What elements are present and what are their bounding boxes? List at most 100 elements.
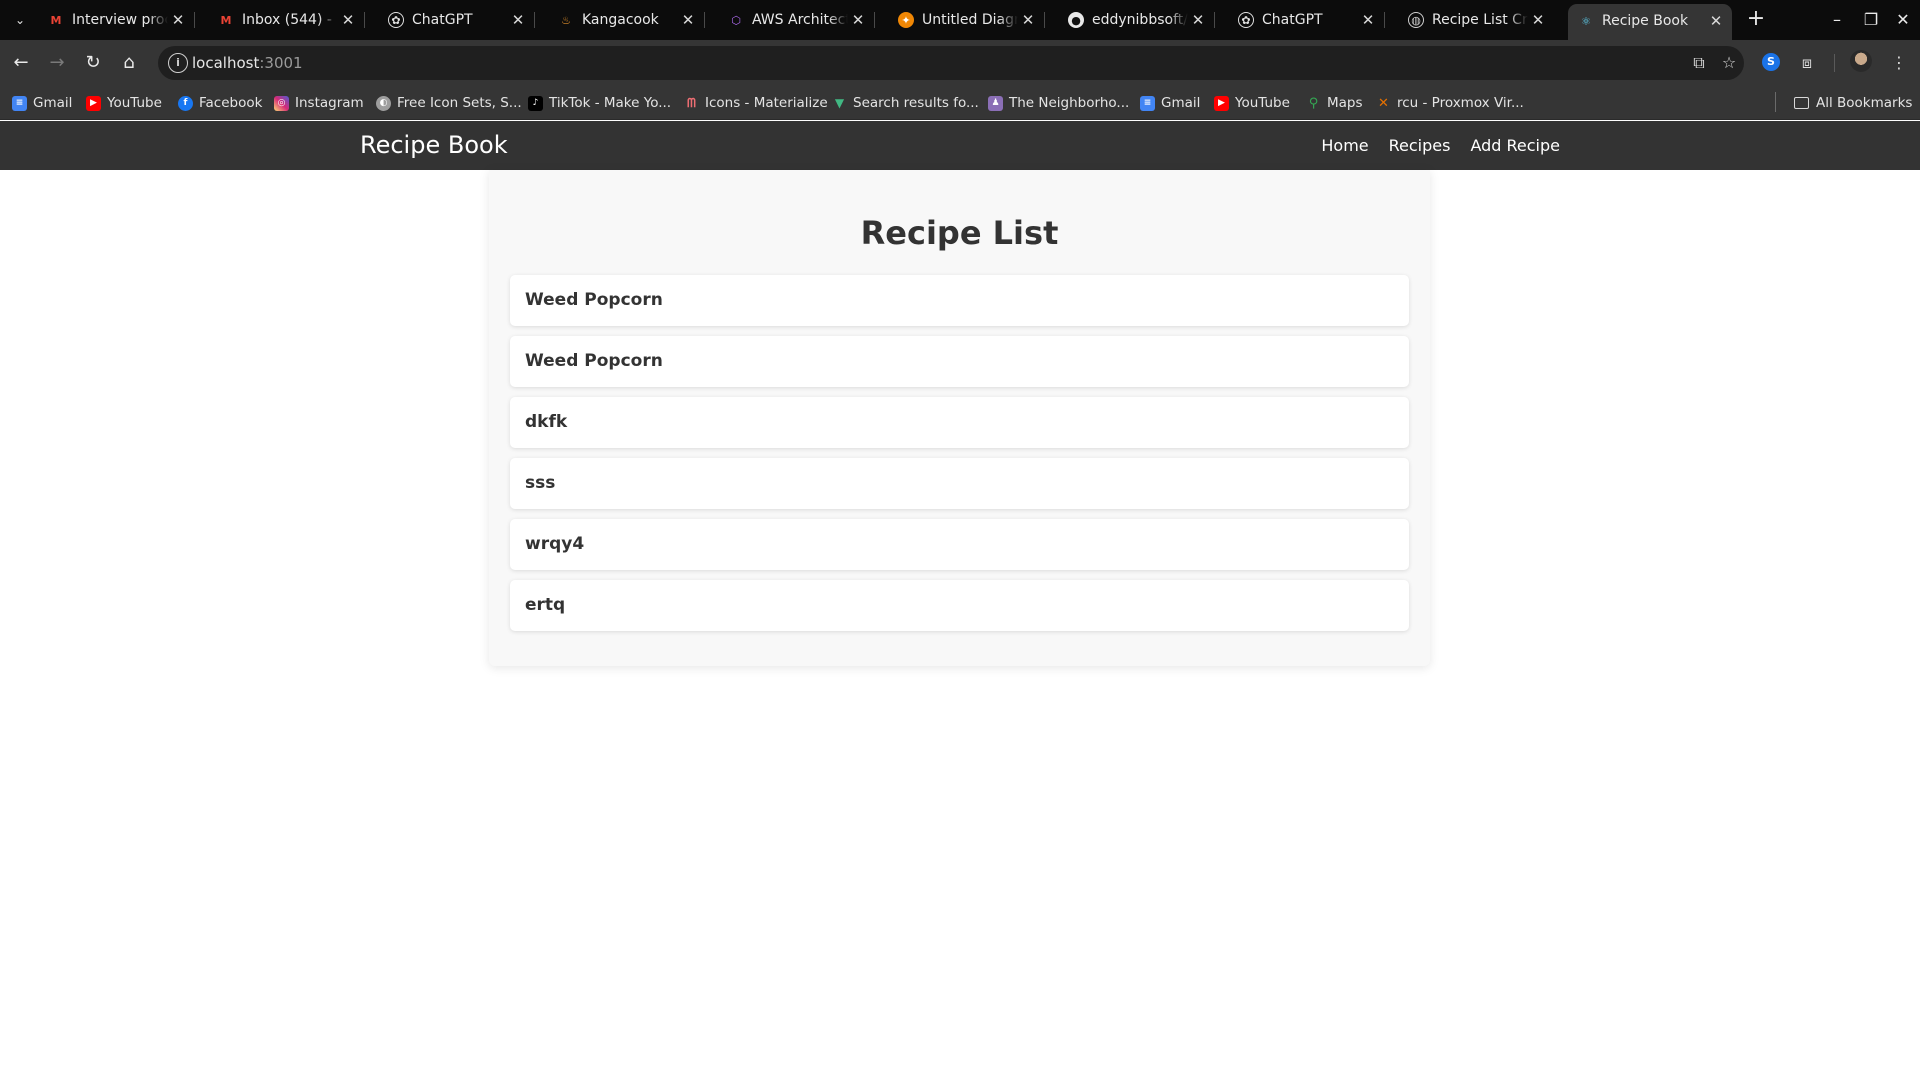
youtube-icon: ▶ — [1214, 95, 1229, 111]
bookmark-item[interactable]: ⚲ Maps — [1306, 93, 1363, 113]
google-docs-icon: ≡ — [1140, 95, 1155, 111]
browser-tab[interactable]: ♨ Kangacook ✕ — [548, 6, 705, 34]
react-icon: ⚛ — [1581, 14, 1591, 28]
tab-divider — [1214, 12, 1215, 28]
gmail-icon: M — [220, 13, 232, 27]
browser-toolbar: ← → ↻ ⌂ i localhost:3001 ⧉ ☆ S ⧈ ⋮ — [0, 40, 1920, 86]
tiktok-icon: ♪ — [528, 95, 543, 111]
aws-icon: ⬡ — [731, 13, 741, 27]
home-icon[interactable]: ⌂ — [116, 50, 142, 76]
bookmark-item[interactable]: ▶ YouTube — [1214, 93, 1290, 113]
brand-logo-text[interactable]: Recipe Book — [360, 121, 508, 170]
browser-tab-active[interactable]: ⚛ Recipe Book ✕ — [1568, 4, 1732, 40]
tab-divider — [1384, 12, 1385, 28]
recipe-list: Weed Popcorn Weed Popcorn dkfk sss wrqy4… — [510, 275, 1409, 641]
bookmarks-divider — [1775, 92, 1776, 112]
close-tab-icon[interactable]: ✕ — [1528, 11, 1548, 29]
extensions-puzzle-icon[interactable]: ⧈ — [1796, 52, 1818, 74]
close-tab-icon[interactable]: ✕ — [1358, 11, 1378, 29]
install-app-icon[interactable]: ⧉ — [1688, 52, 1710, 74]
recipe-list-item[interactable]: ertq — [510, 580, 1409, 631]
bookmark-item[interactable]: ᗰ Icons - Materialize — [684, 93, 828, 113]
bookmark-item[interactable]: ◐ Free Icon Sets, S... — [376, 93, 522, 113]
bookmark-item[interactable]: ≡ Gmail — [12, 93, 72, 113]
bookmark-item[interactable]: ▼ Search results fo... — [832, 93, 979, 113]
bookmark-item[interactable]: ♪ TikTok - Make Yo... — [528, 93, 671, 113]
back-arrow-icon[interactable]: ← — [8, 50, 34, 76]
browser-tab[interactable]: ● eddynibbsoft/re ✕ — [1058, 6, 1215, 34]
address-bar[interactable]: i localhost:3001 ⧉ ☆ — [158, 46, 1744, 80]
bookmark-item[interactable]: ♟ The Neighborho... — [988, 93, 1129, 113]
close-tab-icon[interactable]: ✕ — [1018, 11, 1038, 29]
restore-window-icon[interactable]: ❐ — [1856, 8, 1886, 32]
bookmark-item[interactable]: ✕ rcu - Proxmox Vir... — [1376, 93, 1524, 113]
minimize-window-icon[interactable]: – — [1822, 8, 1852, 32]
close-tab-icon[interactable]: ✕ — [508, 11, 528, 29]
browser-tab[interactable]: M Inbox (544) - mu ✕ — [208, 6, 365, 34]
nav-link-add-recipe[interactable]: Add Recipe — [1470, 136, 1560, 155]
close-tab-icon[interactable]: ✕ — [338, 11, 358, 29]
close-window-icon[interactable]: ✕ — [1888, 8, 1918, 32]
url-host: localhost — [192, 54, 260, 72]
browser-tab[interactable]: ⬡ AWS Architectur ✕ — [718, 6, 875, 34]
bookmark-label: Gmail — [1161, 95, 1201, 111]
tab-title: AWS Architectur — [752, 12, 848, 28]
github-icon: ● — [1068, 12, 1084, 28]
browser-tab[interactable]: ✿ ChatGPT ✕ — [378, 6, 535, 34]
facebook-icon: f — [178, 95, 193, 111]
recipe-list-container: Recipe List Weed Popcorn Weed Popcorn dk… — [489, 170, 1430, 666]
forward-arrow-icon[interactable]: → — [44, 50, 70, 76]
bookmark-star-icon[interactable]: ☆ — [1718, 52, 1740, 74]
recipe-list-item[interactable]: Weed Popcorn — [510, 336, 1409, 387]
chatgpt-icon: ✿ — [388, 12, 404, 28]
tab-title: ChatGPT — [1262, 12, 1323, 28]
bookmark-item[interactable]: ◎ Instagram — [274, 93, 364, 113]
all-bookmarks-button[interactable]: All Bookmarks — [1794, 93, 1912, 113]
recipe-list-item[interactable]: dkfk — [510, 397, 1409, 448]
recipe-list-item[interactable]: Weed Popcorn — [510, 275, 1409, 326]
nav-link-recipes[interactable]: Recipes — [1389, 136, 1451, 155]
app-navbar: Recipe Book Home Recipes Add Recipe — [0, 121, 1920, 170]
close-tab-icon[interactable]: ✕ — [678, 11, 698, 29]
site-info-icon[interactable]: i — [168, 53, 188, 73]
new-tab-button[interactable]: + — [1744, 8, 1768, 32]
browser-tab[interactable]: M Interview proce ✕ — [38, 6, 195, 34]
materialize-icon: ᗰ — [687, 95, 696, 110]
url-port: :3001 — [259, 54, 303, 72]
close-tab-icon[interactable]: ✕ — [1188, 11, 1208, 29]
bookmark-label: rcu - Proxmox Vir... — [1397, 95, 1524, 111]
nav-links: Home Recipes Add Recipe — [1321, 121, 1560, 170]
bookmark-item[interactable]: ≡ Gmail — [1140, 93, 1200, 113]
close-tab-icon[interactable]: ✕ — [168, 11, 188, 29]
close-tab-icon[interactable]: ✕ — [848, 11, 868, 29]
browser-tab[interactable]: ✦ Untitled Diagran ✕ — [888, 6, 1045, 34]
tab-title: eddynibbsoft/re — [1092, 12, 1188, 28]
browser-tab[interactable]: ◍ Recipe List Crea ✕ — [1398, 6, 1554, 34]
recipe-list-item[interactable]: wrqy4 — [510, 519, 1409, 570]
more-menu-icon[interactable]: ⋮ — [1888, 52, 1910, 74]
all-bookmarks-label: All Bookmarks — [1816, 95, 1913, 111]
folder-icon — [1794, 97, 1809, 109]
bookmark-item[interactable]: f Facebook — [178, 93, 262, 113]
tab-title: Interview proce — [72, 12, 168, 28]
tab-title: ChatGPT — [412, 12, 473, 28]
bookmark-label: The Neighborho... — [1009, 95, 1130, 111]
iconfinder-icon: ◐ — [376, 95, 391, 111]
browser-tab[interactable]: ✿ ChatGPT ✕ — [1228, 6, 1385, 34]
close-tab-icon[interactable]: ✕ — [1706, 12, 1726, 30]
google-docs-icon: ≡ — [12, 95, 27, 111]
tab-search-chevron-icon[interactable]: ⌄ — [5, 9, 35, 31]
tab-title: Inbox (544) - mu — [242, 12, 338, 28]
chatgpt-icon: ✿ — [1238, 12, 1254, 28]
address-url[interactable]: localhost:3001 — [192, 53, 303, 73]
profile-avatar[interactable] — [1850, 50, 1872, 72]
bookmark-label: Instagram — [295, 95, 364, 111]
bookmark-label: Gmail — [33, 95, 73, 111]
bookmark-item[interactable]: ▶ YouTube — [86, 93, 162, 113]
recipe-list-item[interactable]: sss — [510, 458, 1409, 509]
tab-title: Recipe Book — [1602, 13, 1689, 29]
browser-tab-strip: ⌄ M Interview proce ✕ M Inbox (544) - mu… — [0, 0, 1920, 40]
nav-link-home[interactable]: Home — [1321, 136, 1368, 155]
extension-icon[interactable]: S — [1762, 53, 1780, 71]
reload-icon[interactable]: ↻ — [80, 50, 106, 76]
